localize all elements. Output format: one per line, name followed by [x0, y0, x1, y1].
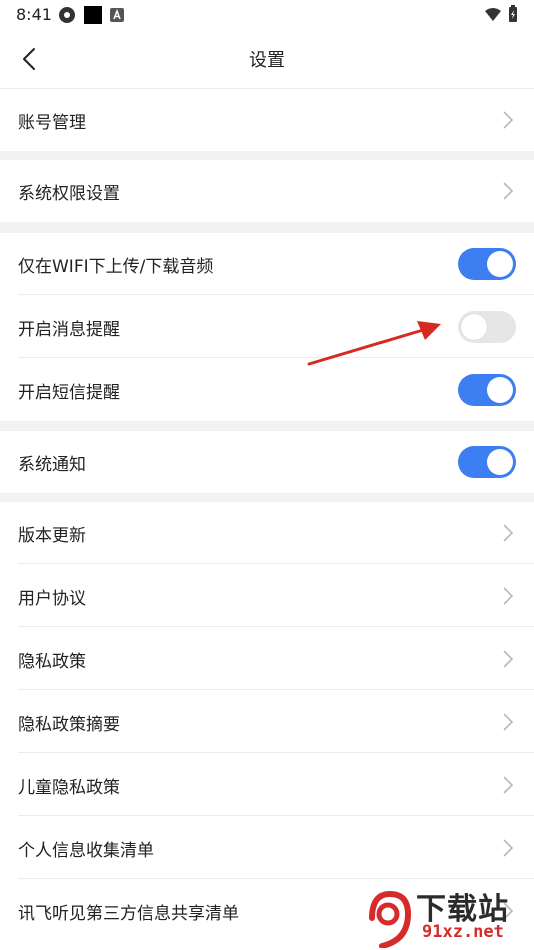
page-title: 设置 [249, 50, 285, 71]
row-label: 开启消息提醒 [18, 320, 120, 340]
section-gap [0, 421, 534, 431]
watermark-sub-text: 91xz.net [422, 922, 504, 942]
row-label: 仅在WIFI下上传/下载音频 [18, 257, 214, 277]
chevron-right-icon [503, 776, 514, 794]
divider [18, 357, 534, 358]
row-label: 版本更新 [18, 526, 86, 546]
settings-row-personal-info-list[interactable]: 个人信息收集清单 [0, 817, 534, 879]
toggle-knob [487, 449, 513, 475]
settings-row-user-agreement[interactable]: 用户协议 [0, 565, 534, 627]
divider [18, 815, 534, 816]
row-label: 系统权限设置 [18, 184, 120, 204]
settings-row-system-notify: 系统通知 [0, 431, 534, 493]
message-reminder-toggle[interactable] [458, 311, 516, 343]
divider [18, 626, 534, 627]
sms-reminder-toggle[interactable] [458, 374, 516, 406]
row-label: 系统通知 [18, 455, 86, 475]
chevron-right-icon [503, 713, 514, 731]
status-bar: 8:41 [0, 0, 534, 30]
row-label: 用户协议 [18, 589, 86, 609]
wifi-icon [485, 8, 501, 21]
chevron-right-icon [503, 111, 514, 129]
row-label: 开启短信提醒 [18, 383, 120, 403]
settings-row-message-reminder: 开启消息提醒 [0, 296, 534, 358]
wifi-only-toggle[interactable] [458, 248, 516, 280]
settings-row-permissions[interactable]: 系统权限设置 [0, 160, 534, 222]
black-square-icon [84, 6, 102, 24]
system-notify-toggle[interactable] [458, 446, 516, 478]
watermark-91-icon [369, 890, 412, 948]
divider [18, 878, 534, 879]
watermark-logo: 下载站 91xz.net [364, 884, 534, 950]
settings-row-account[interactable]: 账号管理 [0, 89, 534, 151]
divider [18, 689, 534, 690]
battery-icon [509, 5, 517, 22]
row-label: 隐私政策摘要 [18, 715, 120, 735]
chevron-right-icon [503, 182, 514, 200]
row-label: 讯飞听见第三方信息共享清单 [18, 904, 239, 924]
settings-row-privacy-policy[interactable]: 隐私政策 [0, 628, 534, 690]
toggle-knob [487, 377, 513, 403]
toggle-knob [461, 314, 487, 340]
status-time: 8:41 [16, 5, 52, 24]
settings-row-privacy-summary[interactable]: 隐私政策摘要 [0, 691, 534, 753]
divider [18, 563, 534, 564]
settings-row-sms-reminder: 开启短信提醒 [0, 359, 534, 421]
annotation-arrow-icon [307, 321, 441, 366]
row-label: 个人信息收集清单 [18, 841, 154, 861]
app-notification-icon [59, 7, 75, 23]
row-label: 隐私政策 [18, 652, 86, 672]
section-gap [0, 493, 534, 502]
settings-row-child-privacy[interactable]: 儿童隐私政策 [0, 754, 534, 816]
chevron-right-icon [503, 524, 514, 542]
settings-row-version-update[interactable]: 版本更新 [0, 502, 534, 564]
section-gap [0, 151, 534, 160]
chevron-right-icon [503, 587, 514, 605]
chevron-right-icon [503, 839, 514, 857]
row-label: 账号管理 [18, 113, 86, 133]
font-a-icon [110, 8, 124, 22]
row-label: 儿童隐私政策 [18, 778, 120, 798]
divider [18, 294, 534, 295]
divider [18, 752, 534, 753]
chevron-right-icon [503, 650, 514, 668]
settings-row-wifi-only: 仅在WIFI下上传/下载音频 [0, 233, 534, 295]
top-nav-bar: 设置 [0, 30, 534, 89]
toggle-knob [487, 251, 513, 277]
section-gap [0, 222, 534, 233]
